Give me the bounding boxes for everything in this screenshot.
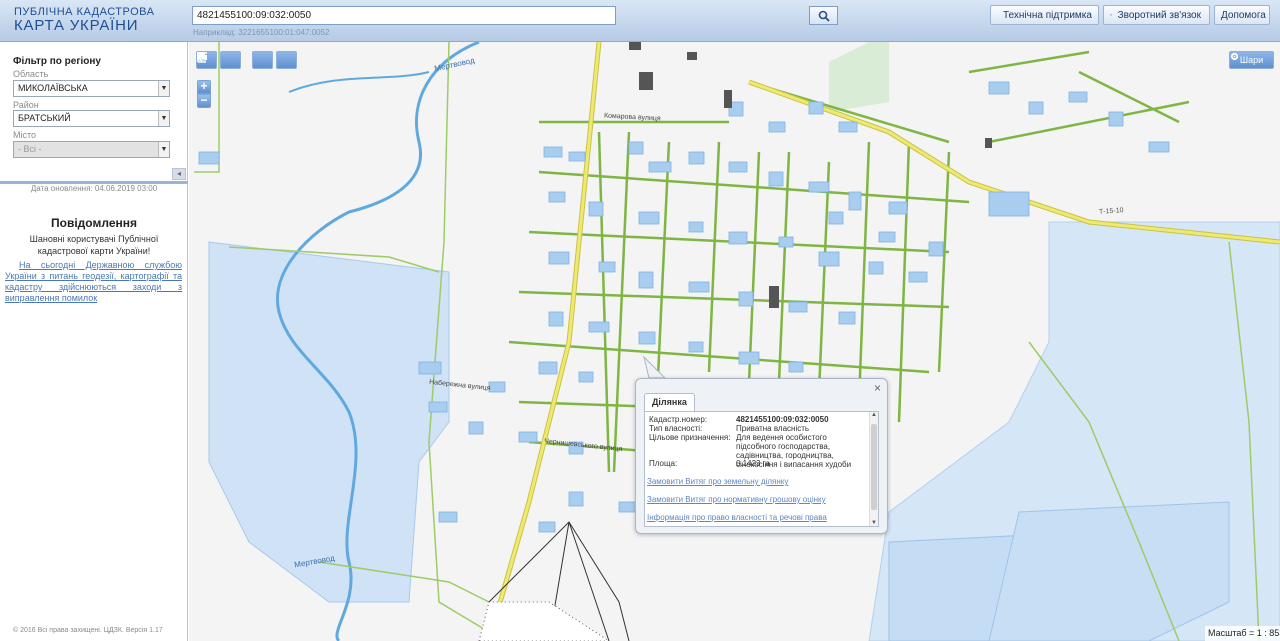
print-button[interactable] [197,51,273,69]
scale-indicator: Масштаб = 1 : 8531 [1205,626,1280,641]
logo-line2: КАРТА УКРАЇНИ [14,17,139,34]
popup-scrollbar[interactable]: ▲ ▼ [869,412,878,526]
collapse-bar: ◂ [0,168,188,184]
ownership-info-link[interactable]: Інформація про право власності та речові… [647,513,827,522]
cadastral-number-value: 4821455100:09:032:0050 [736,415,829,424]
district-label: Район [13,100,39,110]
help-button[interactable]: Допомога [1214,5,1270,25]
search-hint: Наприклад: 3221655100:01:047:0052 [193,28,330,37]
info-key: Площа: [649,459,678,468]
layers-label: Шари [1239,55,1264,65]
map-background [194,42,1280,641]
city-label: Місто [13,130,37,140]
zoom-out-button[interactable]: − [197,94,211,108]
ownership-type-value: Приватна власність [736,424,810,433]
notice-greeting: Шановні користувачі Публічної кадастрово… [29,234,159,256]
copyright-footer: © 2016 Всі права захищені. ЦДЗК. Версія … [13,627,163,634]
scroll-down-icon[interactable]: ▼ [871,520,877,526]
region-value: МИКОЛАЇВСЬКА [18,83,88,93]
order-valuation-link[interactable]: Замовити Витяг про нормативну грошову оц… [647,495,826,504]
sidebar: Фільтр по регіону Область МИКОЛАЇВСЬКА ▼… [0,42,188,641]
notice-title: Повідомлення [51,216,137,230]
map-toolbar: ? [196,51,297,69]
collapse-sidebar-button[interactable]: ◂ [172,168,186,180]
district-value: БРАТСЬКИЙ [18,113,71,123]
mail-icon [1110,14,1112,16]
search-area: Наприклад: 3221655100:01:047:0052 [192,6,838,37]
header: ПУБЛІЧНА КАДАСТРОВА КАРТА УКРАЇНИ Наприк… [0,0,1280,42]
help-label: Допомога [1221,9,1266,21]
cursor-question-icon: ? [197,52,208,63]
cadastral-search-input[interactable] [192,6,616,25]
chevron-down-icon: ▼ [158,81,169,96]
identify-button[interactable]: ? [197,51,297,69]
parcel-info-popup: × Ділянка Кадастр.номер: 4821455100:09:0… [635,378,888,534]
info-key: Кадастр.номер: [649,415,708,424]
tab-parcel[interactable]: Ділянка [644,393,695,412]
filter-title: Фільтр по регіону [13,56,101,67]
search-button[interactable] [809,6,838,25]
search-icon [818,10,830,22]
measure-area-button[interactable] [197,51,241,69]
scroll-thumb[interactable] [871,424,877,510]
gear-icon [1230,52,1239,61]
region-select[interactable]: МИКОЛАЇВСЬКА ▼ [13,80,170,97]
svg-text:?: ? [204,58,208,63]
notice-link[interactable]: На сьогодні Державною службою України з … [5,260,182,304]
info-key: Цільове призначення: [649,433,731,442]
close-icon[interactable]: × [874,381,881,395]
city-select[interactable]: - Всі - ▼ [13,141,170,158]
site-logo[interactable]: ПУБЛІЧНА КАДАСТРОВА КАРТА УКРАЇНИ [14,6,154,34]
feedback-label: Зворотний зв'язок [1117,9,1201,21]
chevron-down-icon: ▼ [158,111,169,126]
city-value: - Всі - [18,144,42,154]
layers-button[interactable]: Шари [1229,51,1274,69]
feedback-button[interactable]: Зворотний зв'язок [1103,5,1210,25]
info-key: Тип власності: [649,424,703,433]
region-label: Область [13,69,49,79]
district-select[interactable]: БРАТСЬКИЙ ▼ [13,110,170,127]
popup-content: Кадастр.номер: 4821455100:09:032:0050 Ти… [644,411,879,527]
support-label: Технічна підтримка [1003,9,1092,21]
date-updated: Дата оновлення: 04.06.2019 03:00 [30,184,158,193]
order-extract-link[interactable]: Замовити Витяг про земельну ділянку [647,477,788,486]
zoom-in-button[interactable]: + [197,80,211,94]
support-button[interactable]: Технічна підтримка [990,5,1099,25]
area-value: 0.1423 га [736,459,770,468]
chevron-down-icon: ▼ [158,142,169,157]
scroll-up-icon[interactable]: ▲ [871,412,877,418]
map-canvas[interactable]: Мертвовод Комарова вулиця Набережна вули… [189,42,1280,641]
